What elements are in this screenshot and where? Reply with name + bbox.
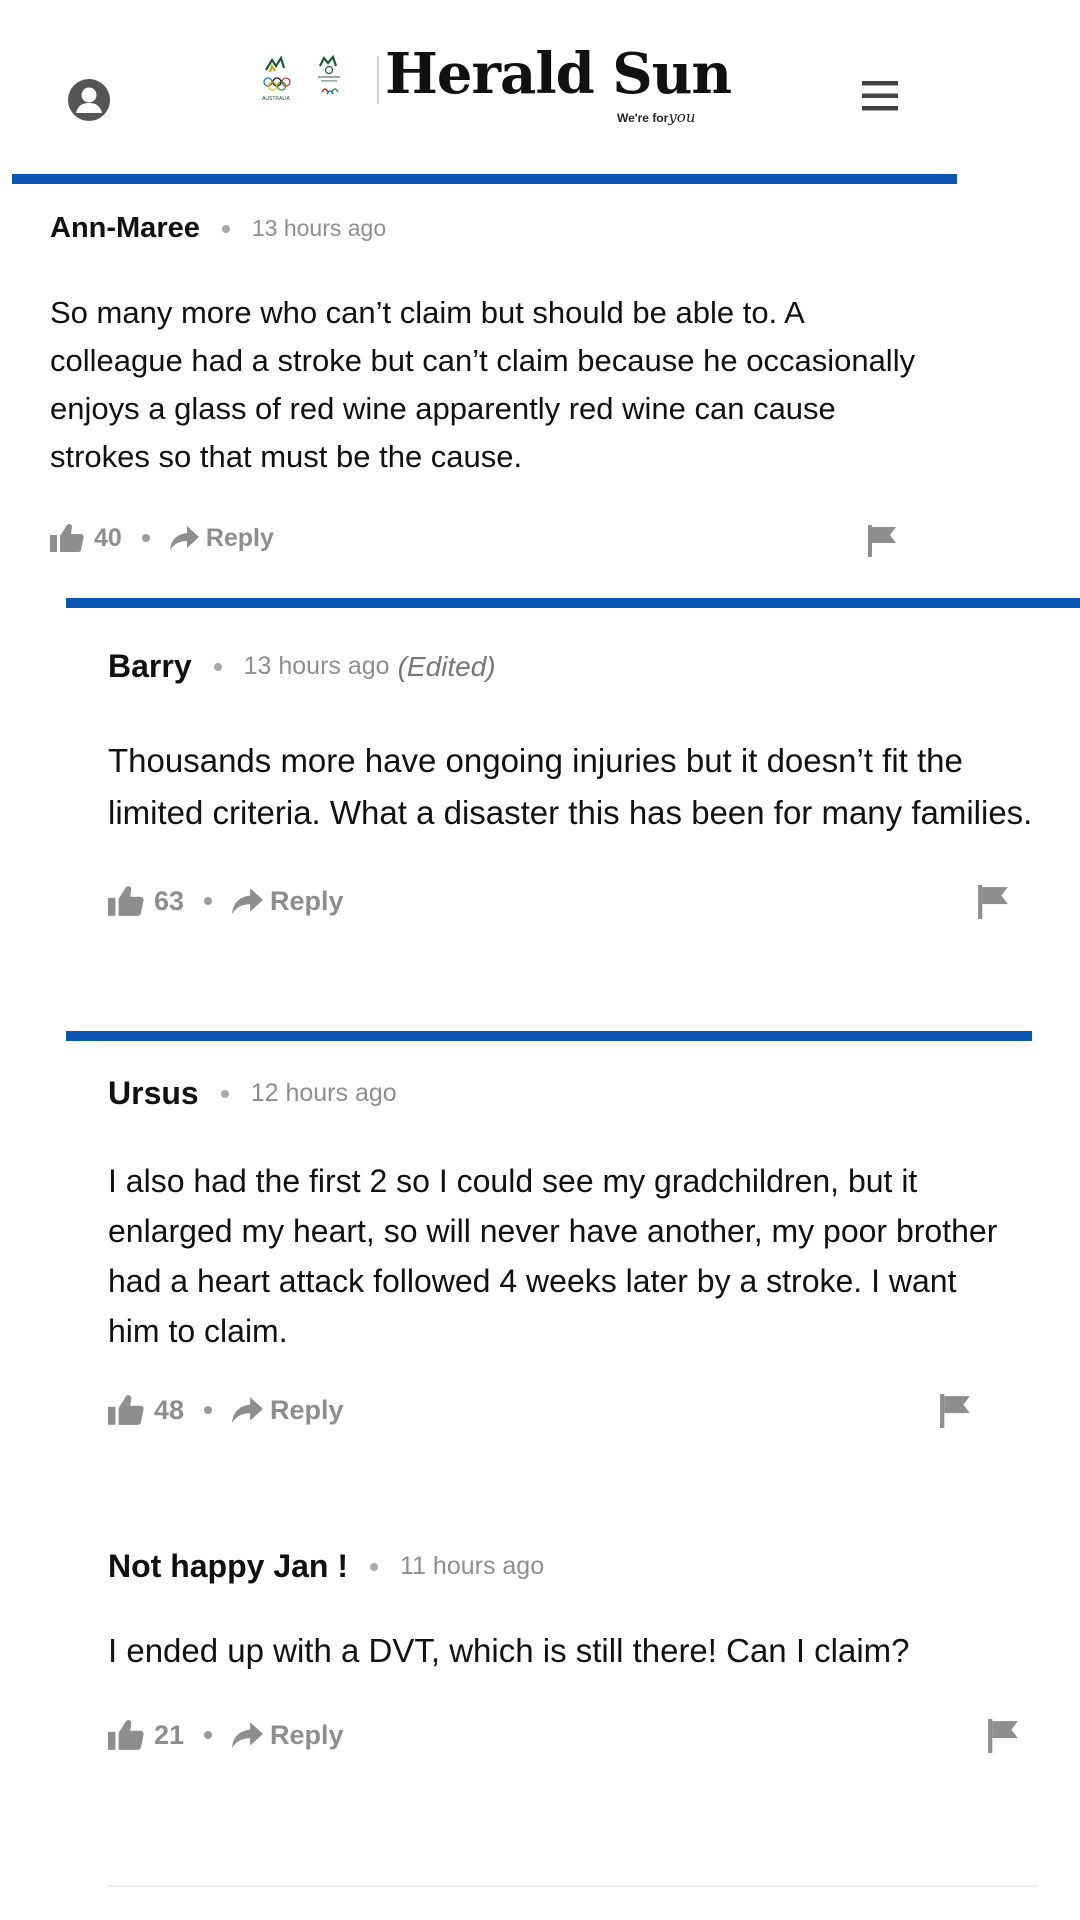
comment-actions: 48 Reply (108, 1394, 1008, 1428)
separator-rule (66, 598, 1080, 608)
reply-arrow-icon[interactable] (232, 1396, 264, 1424)
flag-icon[interactable] (868, 525, 898, 557)
thumbs-up-icon[interactable] (108, 1394, 144, 1426)
reply-button[interactable]: Reply (206, 524, 274, 553)
like-count: 48 (154, 1394, 185, 1425)
flag-icon[interactable] (940, 1394, 972, 1428)
separator-dot (204, 1731, 213, 1739)
like-count: 40 (94, 523, 122, 552)
comment-body: Thousands more have ongoing injuries but… (108, 742, 1033, 831)
separator-dot (141, 534, 150, 542)
thumbs-up-icon[interactable] (50, 523, 84, 553)
reply-button[interactable]: Reply (270, 1395, 344, 1426)
reply-arrow-icon[interactable] (232, 887, 264, 915)
comment-reply: Barry 13 hours ago (Edited) Thousands mo… (108, 648, 1038, 919)
comment-timestamp: 13 hours ago (251, 215, 387, 241)
separator-rule (12, 174, 957, 184)
flag-icon[interactable] (978, 885, 1010, 919)
comment-timestamp: 12 hours ago (250, 1079, 397, 1107)
separator-rule (66, 1031, 1032, 1041)
comment-meta: Ursus 12 hours ago (108, 1075, 1008, 1112)
separator-dot (370, 1562, 379, 1571)
reply-button[interactable]: Reply (270, 886, 344, 917)
user-account-icon[interactable] (67, 78, 111, 122)
hamburger-menu-icon[interactable] (862, 79, 900, 113)
thumbs-up-icon[interactable] (108, 1719, 144, 1751)
comment: Ann-Maree 13 hours ago So many more who … (50, 212, 1030, 557)
separator-dot (213, 662, 222, 671)
comment-meta: Barry 13 hours ago (Edited) (108, 648, 1038, 685)
comment-body: I ended up with a DVT, which is still th… (108, 1632, 910, 1669)
comment-timestamp: 11 hours ago (400, 1552, 545, 1580)
separator-dot (204, 897, 213, 905)
comments-page: AUSTRALIA Herald Sun We're foryou Ann-Ma… (0, 0, 1080, 1920)
comment-timestamp: 13 hours ago (243, 652, 390, 680)
like-count: 63 (154, 885, 185, 916)
comment-meta: Not happy Jan ! 11 hours ago (108, 1548, 1048, 1585)
logo-divider (377, 56, 379, 104)
edited-label: (Edited) (397, 650, 496, 682)
separator-dot (220, 1089, 229, 1098)
comment-author[interactable]: Not happy Jan ! (108, 1548, 348, 1585)
reply-button[interactable]: Reply (270, 1720, 344, 1751)
comment-reply: Not happy Jan ! 11 hours ago I ended up … (108, 1548, 1048, 1753)
separator-dot (204, 1406, 213, 1414)
reply-arrow-icon[interactable] (232, 1721, 264, 1749)
comment-reply: Ursus 12 hours ago I also had the first … (108, 1075, 1008, 1428)
comment-body: I also had the first 2 so I could see my… (108, 1163, 998, 1349)
comment-actions: 63 Reply (108, 885, 1038, 919)
like-count: 21 (154, 1719, 185, 1750)
thumbs-up-icon[interactable] (108, 885, 144, 917)
flag-icon[interactable] (988, 1719, 1020, 1753)
comment-meta: Ann-Maree 13 hours ago (50, 212, 1030, 245)
separator-dot (221, 224, 230, 233)
reply-arrow-icon[interactable] (169, 525, 200, 551)
comment-author[interactable]: Ann-Maree (50, 212, 200, 245)
list-end-divider (108, 1885, 1038, 1887)
comment-author[interactable]: Ursus (108, 1075, 199, 1112)
site-header: AUSTRALIA Herald Sun We're foryou (0, 0, 1080, 170)
comment-actions: 40 Reply (50, 523, 1030, 557)
comment-body: So many more who can’t claim but should … (50, 295, 916, 474)
olympic-team-logos: AUSTRALIA (262, 54, 340, 102)
comment-author[interactable]: Barry (108, 648, 192, 685)
svg-text:AUSTRALIA: AUSTRALIA (262, 96, 290, 102)
comment-actions: 21 Reply (108, 1719, 1048, 1753)
brand-logo[interactable]: Herald Sun (385, 46, 732, 102)
brand-tagline: We're foryou (617, 108, 696, 126)
